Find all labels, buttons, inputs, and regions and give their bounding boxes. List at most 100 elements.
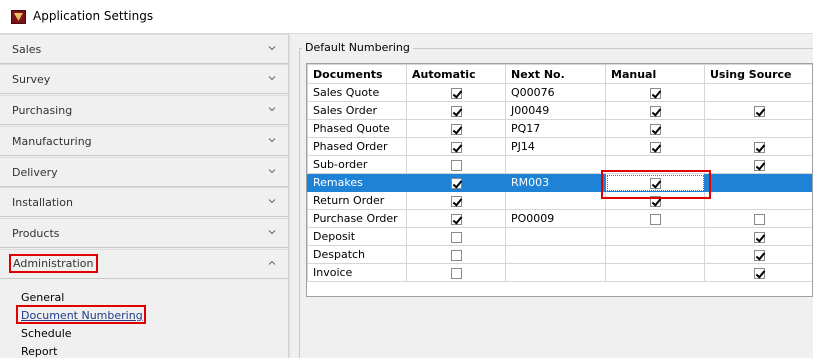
title-bar: Application Settings [0,0,813,34]
document-name-cell: Sales Quote [307,83,407,102]
using-source-cell [704,191,812,210]
manual-checkbox[interactable] [649,87,661,99]
chevron-down-icon [268,169,276,174]
document-name-cell: Phased Quote [307,119,407,138]
next-number-cell[interactable]: PO0009 [505,209,606,228]
sidebar-item-sales[interactable]: Sales [0,34,288,64]
column-header[interactable]: Next No. [505,64,606,84]
using-source-cell [704,209,812,228]
automatic-checkbox[interactable] [450,249,462,261]
table-row[interactable]: Phased Quote PQ17 [307,119,812,138]
next-number-cell[interactable]: RM003 [505,173,606,192]
sidebar-item-label: Purchasing [12,104,73,117]
manual-cell [605,83,705,102]
using-source-checkbox[interactable] [753,267,765,279]
using-source-cell [704,101,812,120]
chevron-down-icon [268,46,276,51]
sidebar-item-label: Delivery [12,166,58,179]
next-number-cell[interactable]: PQ17 [505,119,606,138]
table-row[interactable]: Purchase Order PO0009 [307,209,812,228]
sidebar-item-delivery[interactable]: Delivery [0,157,288,187]
using-source-checkbox[interactable] [753,213,765,225]
using-source-cell [704,245,812,264]
document-name-cell: Deposit [307,227,407,246]
manual-checkbox[interactable] [649,123,661,135]
next-number-cell[interactable] [505,227,606,246]
table-row[interactable]: Sales Order J00049 [307,101,812,120]
document-name-cell: Remakes [307,173,407,192]
admin-link-document-numbering[interactable]: Document Numbering [21,309,143,322]
automatic-checkbox[interactable] [450,87,462,99]
chevron-down-icon [268,138,276,143]
next-number-cell[interactable] [505,245,606,264]
column-header[interactable]: Using Source [704,64,812,84]
automatic-cell [406,137,506,156]
sidebar-item-products[interactable]: Products [0,218,288,248]
using-source-cell [704,155,812,174]
sidebar-item-manufacturing[interactable]: Manufacturing [0,126,288,156]
next-number-cell[interactable]: Q00076 [505,83,606,102]
using-source-cell [704,173,812,192]
using-source-checkbox[interactable] [753,231,765,243]
table-row[interactable]: Sub-order [307,155,812,174]
manual-checkbox[interactable] [649,213,661,225]
automatic-cell [406,155,506,174]
manual-cell [605,227,705,246]
automatic-cell [406,245,506,264]
using-source-cell [704,119,812,138]
chevron-down-icon [268,76,276,81]
document-name-cell: Phased Order [307,137,407,156]
document-name-cell: Sub-order [307,155,407,174]
table-row[interactable]: Deposit [307,227,812,246]
admin-link-general[interactable]: General [21,291,64,304]
using-source-checkbox[interactable] [753,105,765,117]
column-header[interactable]: Automatic [406,64,506,84]
automatic-cell [406,119,506,138]
manual-cell [605,119,705,138]
automatic-checkbox[interactable] [450,123,462,135]
next-number-cell[interactable] [505,263,606,282]
admin-link-report[interactable]: Report [21,345,57,358]
using-source-checkbox[interactable] [753,249,765,261]
next-number-cell[interactable] [505,191,606,210]
sidebar-item-purchasing[interactable]: Purchasing [0,95,288,125]
sidebar-item-administration[interactable]: Administration [0,249,288,279]
automatic-checkbox[interactable] [450,177,462,189]
table-row[interactable]: Remakes RM003 [307,173,812,192]
table-header-row: Documents Automatic Next No. Manual Usin… [307,64,812,84]
automatic-checkbox[interactable] [450,105,462,117]
table-row[interactable]: Invoice [307,263,812,282]
manual-checkbox[interactable] [649,141,661,153]
automatic-cell [406,191,506,210]
table-row[interactable]: Sales Quote Q00076 [307,83,812,102]
sidebar-item-survey[interactable]: Survey [0,64,288,94]
using-source-checkbox[interactable] [753,159,765,171]
using-source-checkbox[interactable] [753,141,765,153]
column-header[interactable]: Manual [605,64,705,84]
automatic-checkbox[interactable] [450,195,462,207]
automatic-checkbox[interactable] [450,231,462,243]
app-logo-icon [11,10,26,24]
table-row[interactable]: Return Order [307,191,812,210]
table-row[interactable]: Despatch [307,245,812,264]
next-number-cell[interactable]: PJ14 [505,137,606,156]
sidebar-item-installation[interactable]: Installation [0,187,288,217]
automatic-checkbox[interactable] [450,159,462,171]
sidebar-item-label: Installation [12,196,73,209]
document-name-cell: Despatch [307,245,407,264]
automatic-checkbox[interactable] [450,267,462,279]
document-name-cell: Purchase Order [307,209,407,228]
sidebar-item-label: Manufacturing [12,135,92,148]
chevron-down-icon [268,107,276,112]
admin-link-schedule[interactable]: Schedule [21,327,72,340]
manual-cell [605,263,705,282]
next-number-cell[interactable]: J00049 [505,101,606,120]
automatic-checkbox[interactable] [450,141,462,153]
automatic-checkbox[interactable] [450,213,462,225]
table-row[interactable]: Phased Order PJ14 [307,137,812,156]
sidebar-item-label: Administration [9,254,98,273]
column-header[interactable]: Documents [307,64,407,84]
manual-checkbox[interactable] [649,105,661,117]
next-number-cell[interactable] [505,155,606,174]
numbering-grid: Documents Automatic Next No. Manual Usin… [306,63,813,297]
